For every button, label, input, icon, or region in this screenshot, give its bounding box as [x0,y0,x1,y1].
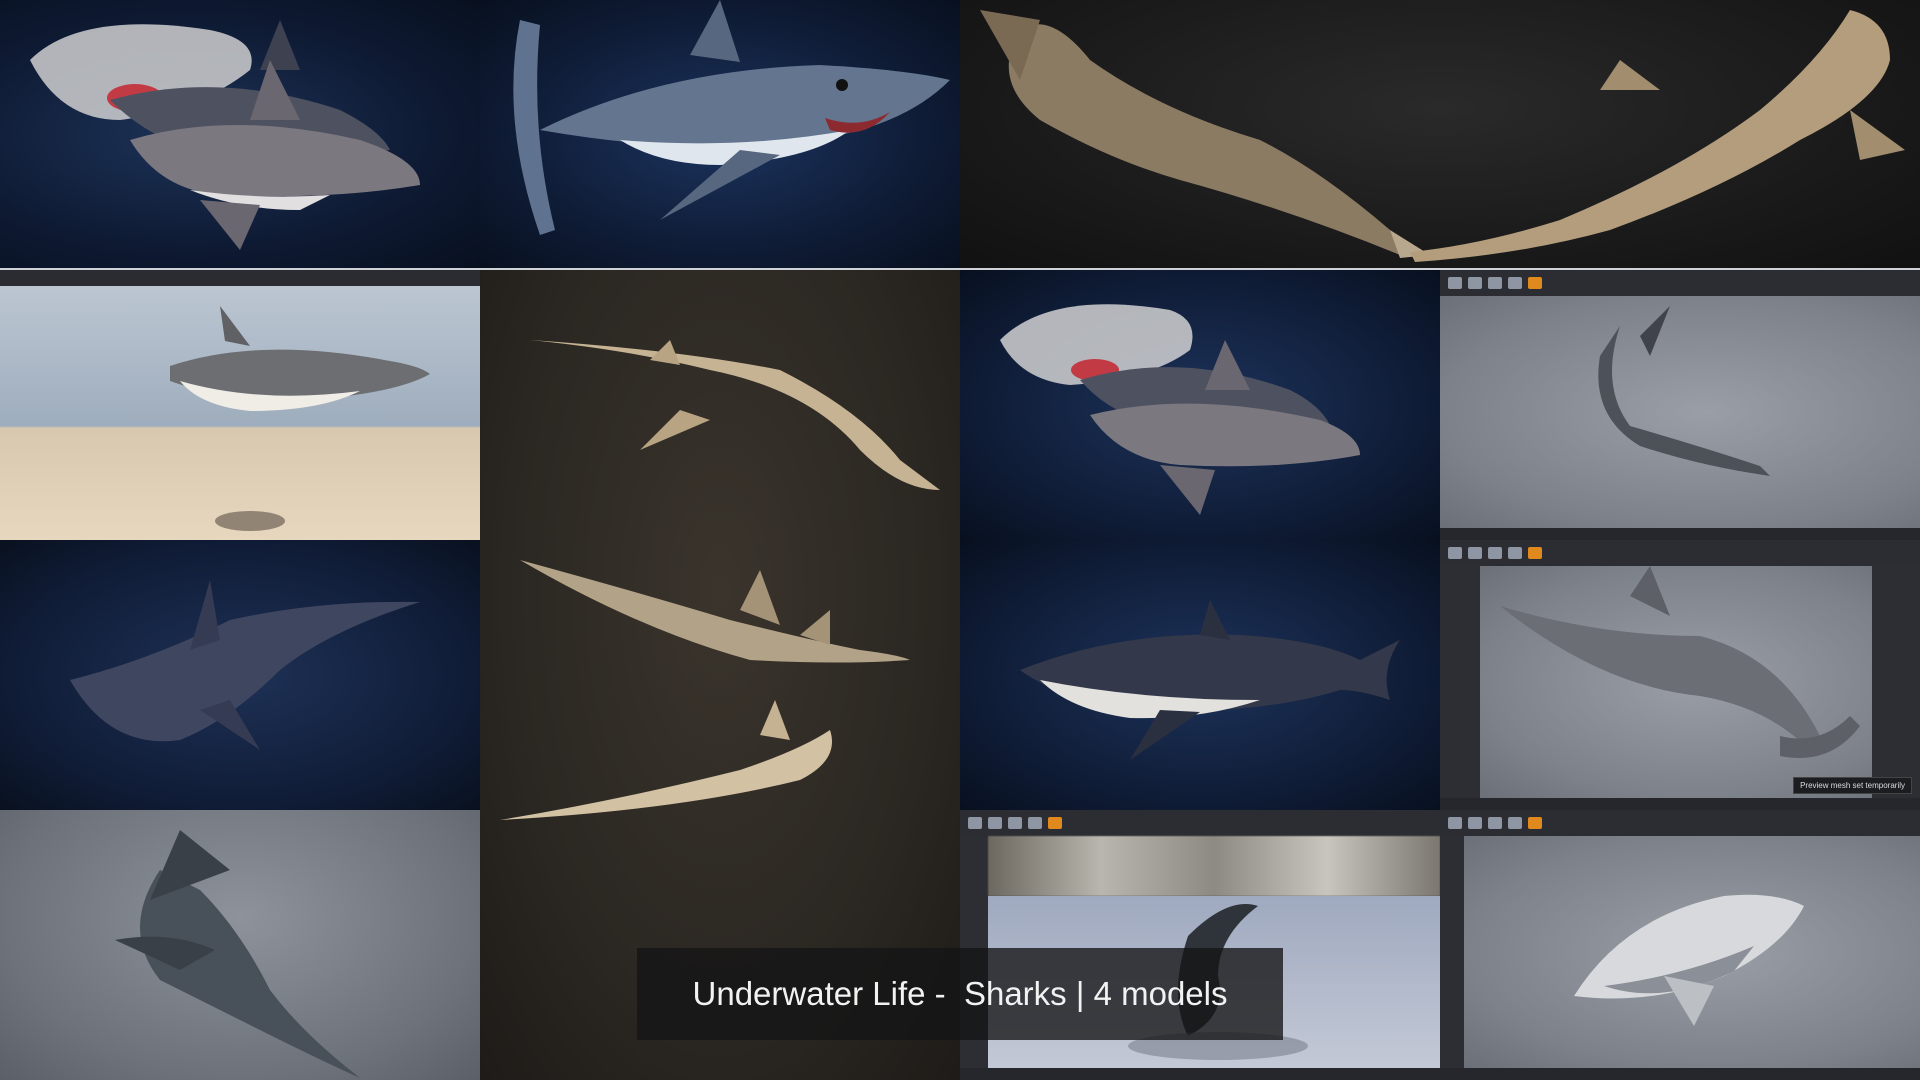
browse-icon[interactable] [1468,277,1482,289]
editor-window-2: Preview mesh set temporarily [1440,540,1920,810]
shark-icon [1574,894,1804,1026]
save-icon[interactable] [968,817,982,829]
browse-icon[interactable] [1468,817,1482,829]
editor-toast: Preview mesh set temporarily [1793,777,1912,794]
shark-icon [170,306,430,531]
editor-toolbar [1440,810,1920,837]
shark-icon [1000,304,1360,515]
render-tile-sawfish-pair [960,0,1920,268]
editor-viewport[interactable] [1440,296,1920,528]
hammerhead-icon [70,580,420,750]
caption-banner: Underwater Life - Sharks | 4 models [637,948,1283,1040]
editor-toolbar [1440,270,1920,297]
mesh-icon[interactable] [1028,817,1042,829]
render-tile-sawfish-grey [0,810,480,1080]
editor-window-4 [1440,810,1920,1080]
editor-timeline[interactable] [1440,798,1920,810]
editor-timeline[interactable] [1440,528,1920,540]
save-icon[interactable] [1448,547,1462,559]
shark-icon [1020,600,1400,760]
shark-icon [30,20,420,250]
editor-viewport[interactable] [1480,566,1872,798]
editor-menu-strip [0,270,480,286]
sawfish-icon [980,10,1905,262]
render-tile-great-white-ground [0,286,480,540]
editor-timeline[interactable] [960,1068,1440,1080]
render-tile-hammerhead-and-shark-2 [960,270,1440,540]
details-panel[interactable] [1440,566,1481,798]
settings-icon[interactable] [1488,547,1502,559]
sawfish-icon [1598,306,1770,476]
mode-icon[interactable] [1528,277,1542,289]
mesh-icon[interactable] [1508,277,1522,289]
mode-icon[interactable] [1048,817,1062,829]
save-icon[interactable] [1448,277,1462,289]
mode-icon[interactable] [1528,547,1542,559]
browse-icon[interactable] [1468,547,1482,559]
browse-icon[interactable] [988,817,1002,829]
mode-icon[interactable] [1528,817,1542,829]
shark-icon [513,0,950,235]
mesh-icon[interactable] [1508,547,1522,559]
hammerhead-icon [1500,566,1860,758]
settings-icon[interactable] [1488,817,1502,829]
render-tile-hammerhead-dark [0,540,480,810]
sawfish-icon [115,830,360,1078]
editor-toolbar [960,810,1440,837]
mesh-icon[interactable] [1508,817,1522,829]
settings-icon[interactable] [1008,817,1022,829]
details-panel[interactable] [1440,836,1465,1068]
caption-text: Underwater Life - Sharks | 4 models [692,975,1228,1012]
render-tile-great-white [480,0,960,268]
render-tile-shark-dark [960,540,1440,810]
render-tile-hammerhead-and-shark [0,0,480,268]
editor-viewport[interactable] [1464,836,1920,1068]
outliner-panel[interactable] [1871,566,1920,798]
editor-timeline[interactable] [1440,1068,1920,1080]
editor-toolbar [1440,540,1920,567]
editor-window-1 [1440,270,1920,540]
save-icon[interactable] [1448,817,1462,829]
backdrop-image [988,836,1440,896]
settings-icon[interactable] [1488,277,1502,289]
